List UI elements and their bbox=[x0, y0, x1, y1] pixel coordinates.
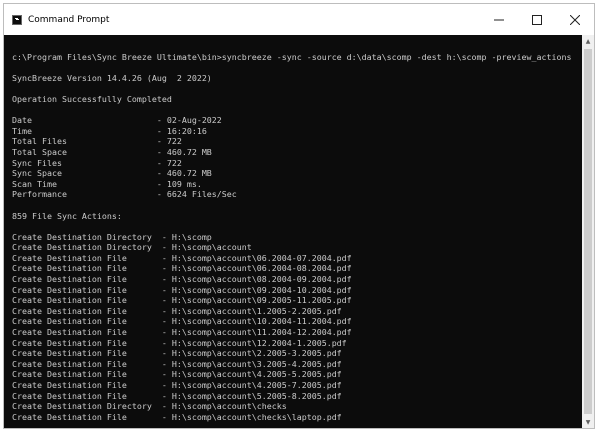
close-icon bbox=[570, 14, 580, 25]
console-line: 859 File Sync Actions: bbox=[12, 210, 122, 221]
minimize-icon bbox=[494, 15, 504, 25]
console-line: Create Destination File - H:\scomp\accou… bbox=[12, 348, 342, 359]
console-output[interactable]: c:\Program Files\Sync Breeze Ultimate\bi… bbox=[4, 35, 582, 428]
console-line: Date - 02-Aug-2022 bbox=[12, 115, 222, 126]
console-line: Create Destination File - H:\scomp\accou… bbox=[12, 337, 347, 348]
console-line: Create Destination File - H:\scomp\accou… bbox=[12, 295, 352, 306]
console-line: Total Files - 722 bbox=[12, 136, 182, 147]
command-prompt-window: Command Prompt c:\Program Files\Sync Bre… bbox=[3, 3, 595, 429]
console-line: Create Destination File - H:\scomp\accou… bbox=[12, 369, 342, 380]
console-line: Create Destination File - H:\scomp\accou… bbox=[12, 305, 342, 316]
title-bar[interactable]: Command Prompt bbox=[4, 4, 594, 35]
window-title: Command Prompt bbox=[28, 14, 110, 25]
command-prompt-icon[interactable] bbox=[12, 14, 22, 25]
scroll-down-icon[interactable]: ▼ bbox=[582, 416, 594, 428]
vertical-scrollbar[interactable]: ▲ ▼ bbox=[582, 35, 594, 428]
console-line: Create Destination File - H:\scomp\accou… bbox=[12, 411, 342, 422]
console-line: Sync Files - 722 bbox=[12, 157, 182, 168]
console-line: Time - 16:20:16 bbox=[12, 125, 207, 136]
window-controls bbox=[480, 4, 594, 35]
scroll-thumb[interactable] bbox=[584, 49, 592, 414]
close-button[interactable] bbox=[556, 4, 594, 35]
console-line: Scan Time - 109 ms. bbox=[12, 178, 202, 189]
console-line: Operation Successfully Completed bbox=[12, 93, 172, 104]
minimize-button[interactable] bbox=[480, 4, 518, 35]
maximize-button[interactable] bbox=[518, 4, 556, 35]
console-line: Create Destination File - H:\scomp\accou… bbox=[12, 390, 342, 401]
console-line: Create Destination File - H:\scomp\accou… bbox=[12, 263, 352, 274]
console-line: Create Destination File - H:\scomp\accou… bbox=[12, 274, 352, 285]
maximize-icon bbox=[532, 14, 542, 25]
console-line: c:\Program Files\Sync Breeze Ultimate\bi… bbox=[12, 51, 572, 62]
console-line: Total Space - 460.72 MB bbox=[12, 146, 212, 157]
console-line: Create Destination Directory - H:\scomp\… bbox=[12, 242, 252, 253]
console-line: Create Destination File - H:\scomp\accou… bbox=[12, 358, 342, 369]
scroll-up-icon[interactable]: ▲ bbox=[582, 35, 594, 47]
console-line: Create Destination File - H:\scomp\accou… bbox=[12, 327, 352, 338]
console-line: Performance - 6624 Files/Sec bbox=[12, 189, 237, 200]
console-line: Create Destination Directory - H:\scomp\… bbox=[12, 401, 287, 412]
console-line: Create Destination Directory - H:\scomp bbox=[12, 231, 212, 242]
console-line: SyncBreeze Version 14.4.26 (Aug 2 2022) bbox=[12, 72, 212, 83]
console-line: Create Destination File - H:\scomp\accou… bbox=[12, 252, 352, 263]
console-line: Create Destination File - H:\scomp\accou… bbox=[12, 316, 352, 327]
console-line: Sync Space - 460.72 MB bbox=[12, 168, 212, 179]
console-line: Create Destination File - H:\scomp\accou… bbox=[12, 380, 342, 390]
console-line: Create Destination File - H:\scomp\accou… bbox=[12, 284, 352, 295]
